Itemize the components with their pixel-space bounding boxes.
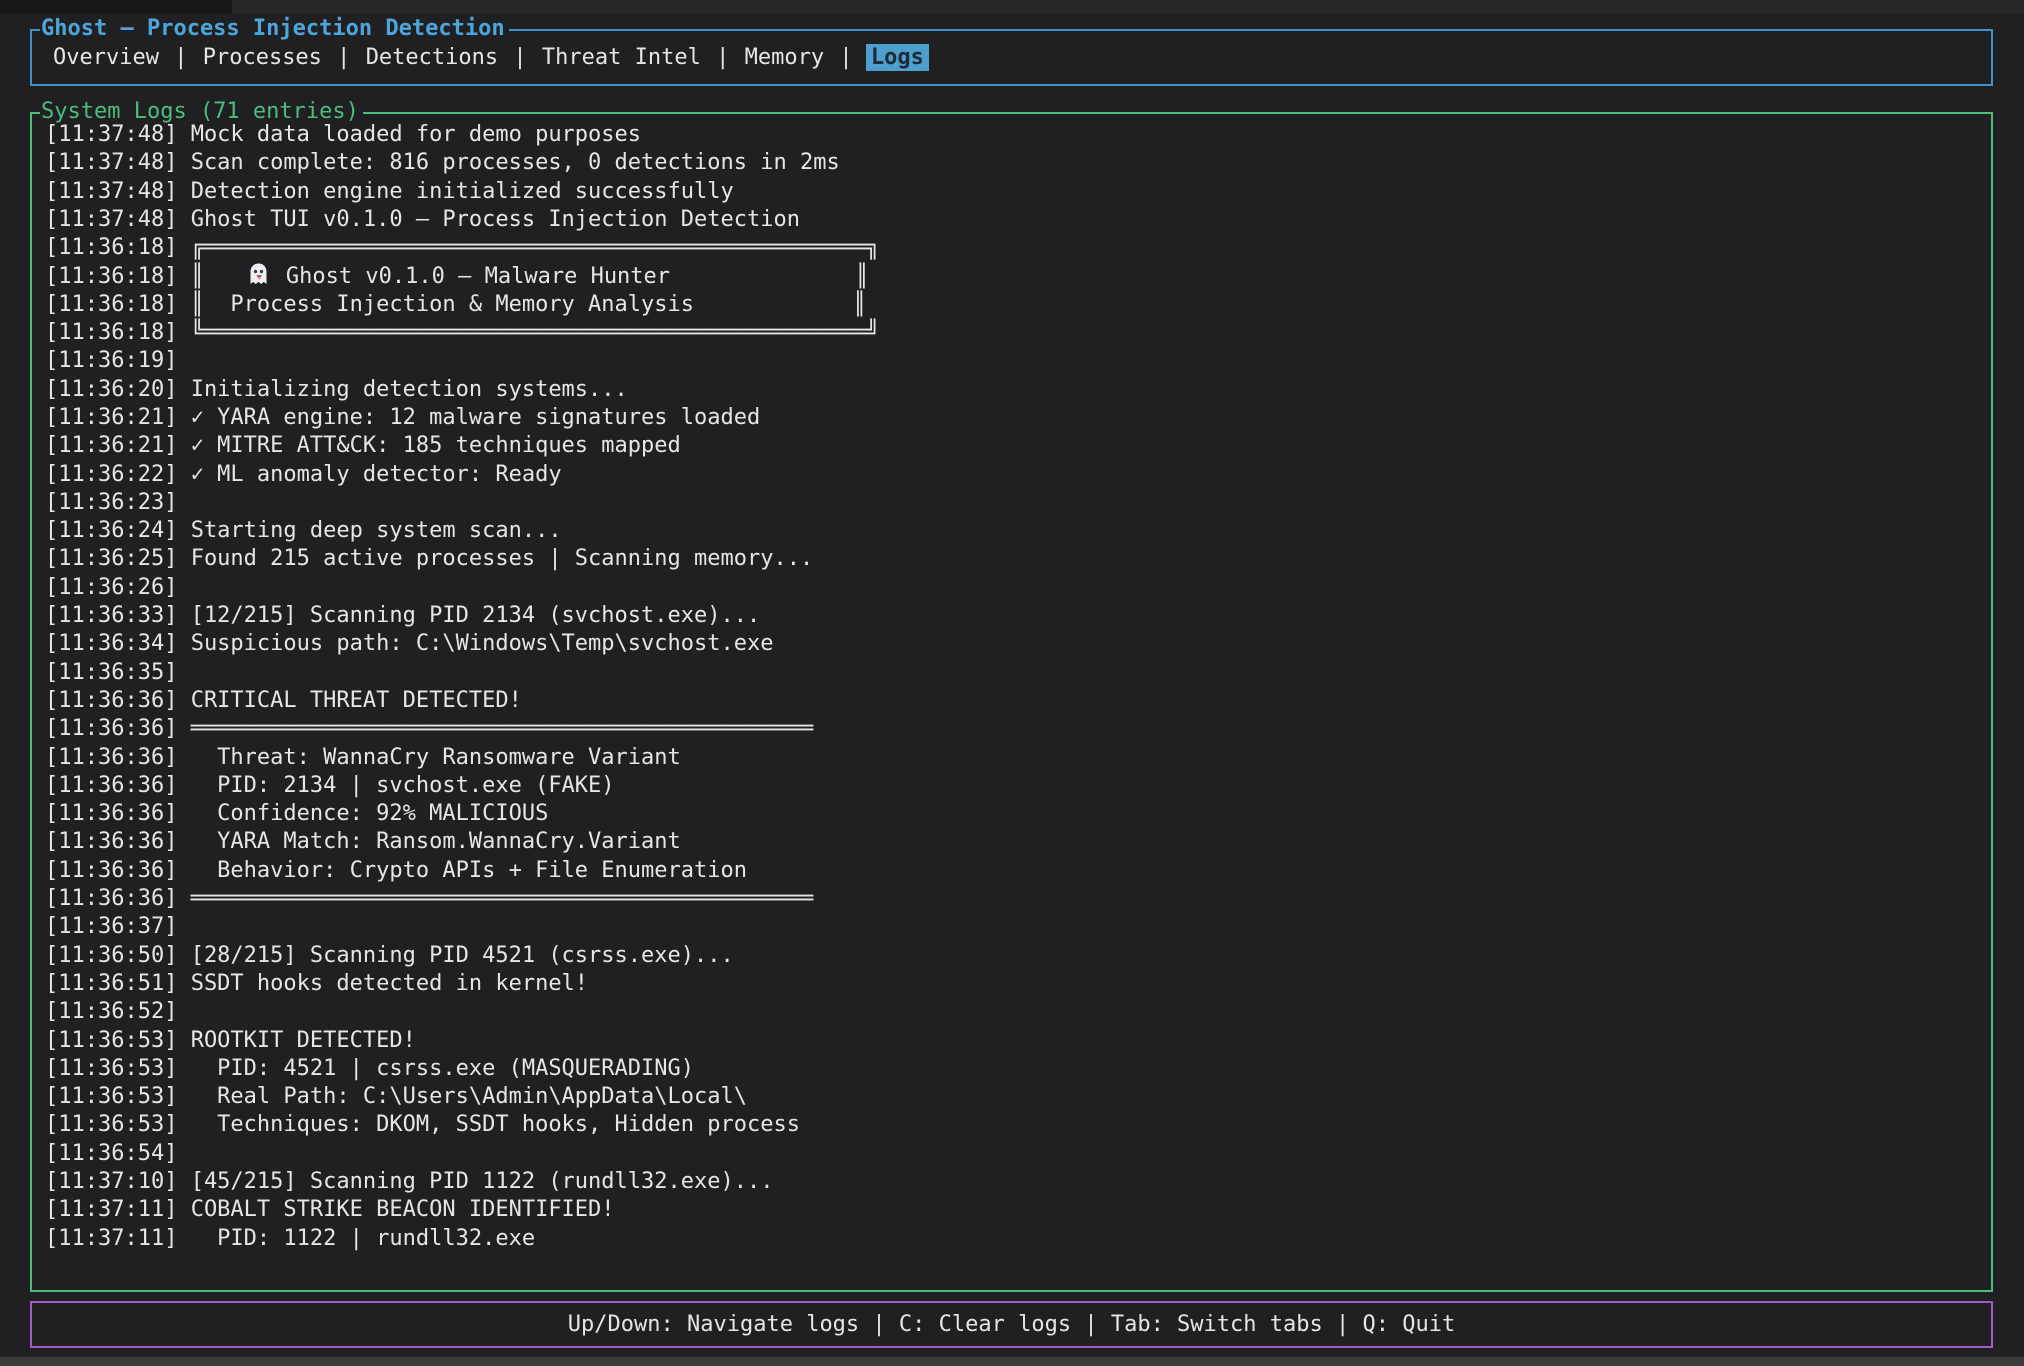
log-line: [11:36:36] CRITICAL THREAT DETECTED! — [45, 687, 1983, 715]
window-top-edge — [0, 0, 2024, 13]
log-line: [11:36:18] ╔════════════════════════════… — [45, 234, 1983, 262]
tab-detections[interactable]: Detections — [364, 44, 500, 71]
log-line: [11:36:24] Starting deep system scan... — [45, 517, 1983, 545]
log-line: [11:36:25] Found 215 active processes | … — [45, 545, 1983, 573]
terminal-screen: Ghost — Process Injection Detection Over… — [0, 0, 2024, 1366]
tab-separator: | — [324, 45, 364, 70]
log-line: [11:36:34] Suspicious path: C:\Windows\T… — [45, 630, 1983, 658]
footer-panel: Up/Down: Navigate logs | C: Clear logs |… — [30, 1301, 1993, 1348]
log-line: [11:36:33] [12/215] Scanning PID 2134 (s… — [45, 602, 1983, 630]
log-line: [11:37:11] COBALT STRIKE BEACON IDENTIFI… — [45, 1196, 1983, 1224]
log-line: [11:36:36] ═════════════════════════════… — [45, 885, 1983, 913]
log-line: [11:37:11] PID: 1122 | rundll32.exe — [45, 1225, 1983, 1253]
log-line: [11:36:36] Confidence: 92% MALICIOUS — [45, 800, 1983, 828]
log-line: [11:36:18] ║ Process Injection & Memory … — [45, 291, 1983, 319]
tab-logs[interactable]: Logs — [866, 44, 929, 71]
log-line: [11:36:21] ✓ YARA engine: 12 malware sig… — [45, 404, 1983, 432]
tab-memory[interactable]: Memory — [743, 44, 826, 71]
log-line: [11:36:36] Threat: WannaCry Ransomware V… — [45, 744, 1983, 772]
window-bottom-edge — [0, 1357, 2024, 1366]
ghost-icon — [245, 262, 272, 286]
log-line: [11:37:48] Scan complete: 816 processes,… — [45, 149, 1983, 177]
tab-threat-intel[interactable]: Threat Intel — [540, 44, 703, 71]
log-line: [11:36:22] ✓ ML anomaly detector: Ready — [45, 461, 1983, 489]
tab-separator: | — [826, 45, 866, 70]
tabs-panel: Ghost — Process Injection Detection Over… — [30, 29, 1993, 86]
log-line: [11:36:53] Techniques: DKOM, SSDT hooks,… — [45, 1111, 1983, 1139]
tab-separator: | — [703, 45, 743, 70]
tab-overview[interactable]: Overview — [51, 44, 161, 71]
log-line: [11:37:48] Ghost TUI v0.1.0 — Process In… — [45, 206, 1983, 234]
log-line: [11:36:23] — [45, 489, 1983, 517]
log-line: [11:36:51] SSDT hooks detected in kernel… — [45, 970, 1983, 998]
log-line: [11:37:48] Detection engine initialized … — [45, 178, 1983, 206]
log-line: [11:36:36] Behavior: Crypto APIs + File … — [45, 857, 1983, 885]
log-list: [11:37:48] Mock data loaded for demo pur… — [45, 121, 1983, 1284]
log-line: [11:36:26] — [45, 574, 1983, 602]
tab-processes[interactable]: Processes — [201, 44, 324, 71]
log-line: [11:36:36] ═════════════════════════════… — [45, 715, 1983, 743]
log-line: [11:36:18] ║ Ghost v0.1.0 — Malware Hunt… — [45, 262, 1983, 290]
log-line: [11:36:50] [28/215] Scanning PID 4521 (c… — [45, 942, 1983, 970]
log-line: [11:36:36] YARA Match: Ransom.WannaCry.V… — [45, 828, 1983, 856]
log-line: [11:36:21] ✓ MITRE ATT&CK: 185 technique… — [45, 432, 1983, 460]
log-line: [11:36:37] — [45, 913, 1983, 941]
log-line: [11:37:48] Mock data loaded for demo pur… — [45, 121, 1983, 149]
log-line: [11:36:53] ROOTKIT DETECTED! — [45, 1027, 1983, 1055]
logs-panel[interactable]: System Logs (71 entries) [11:37:48] Mock… — [30, 112, 1993, 1292]
log-line: [11:36:52] — [45, 998, 1983, 1026]
log-line: [11:36:18] ╚════════════════════════════… — [45, 319, 1983, 347]
log-line: [11:36:53] Real Path: C:\Users\Admin\App… — [45, 1083, 1983, 1111]
tab-separator: | — [500, 45, 540, 70]
window-top-edge-left — [0, 0, 232, 13]
log-line: [11:36:54] — [45, 1140, 1983, 1168]
log-line: [11:37:10] [45/215] Scanning PID 1122 (r… — [45, 1168, 1983, 1196]
log-line: [11:36:36] PID: 2134 | svchost.exe (FAKE… — [45, 772, 1983, 800]
keyboard-hints: Up/Down: Navigate logs | C: Clear logs |… — [32, 1303, 1991, 1346]
log-line: [11:36:53] PID: 4521 | csrss.exe (MASQUE… — [45, 1055, 1983, 1083]
log-line: [11:36:19] — [45, 347, 1983, 375]
log-line: [11:36:35] — [45, 659, 1983, 687]
tab-bar: Overview | Processes | Detections | Thre… — [51, 31, 1983, 84]
log-line: [11:36:20] Initializing detection system… — [45, 376, 1983, 404]
tab-separator: | — [161, 45, 201, 70]
